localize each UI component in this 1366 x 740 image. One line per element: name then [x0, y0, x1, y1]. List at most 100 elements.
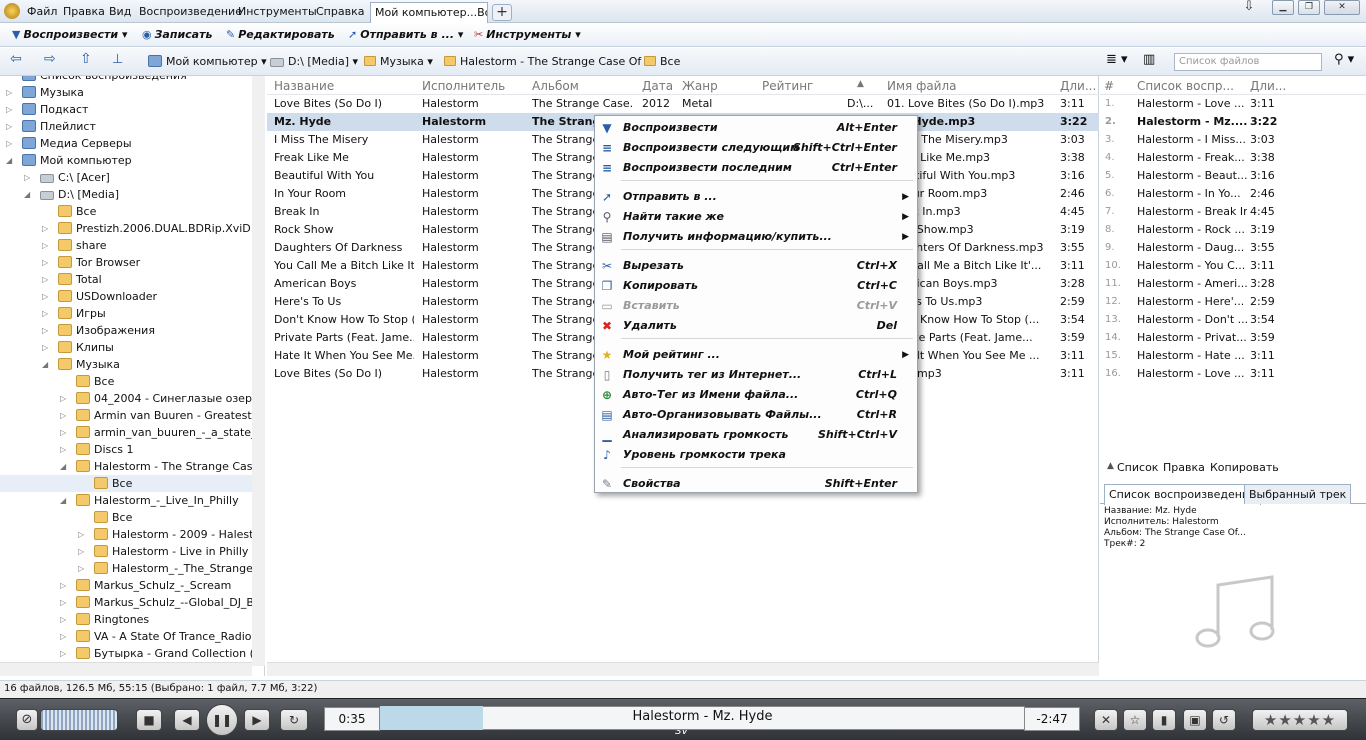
tree-item[interactable]: ▷ Изображения: [0, 322, 252, 339]
menu-item[interactable]: ▤ Авто-Организовывать Файлы... Ctrl+R: [595, 405, 917, 425]
playlist-tool-copy[interactable]: Копировать: [1210, 461, 1279, 474]
expand-arrow-icon[interactable]: ▷: [60, 407, 70, 424]
expand-arrow-icon[interactable]: ▷: [42, 220, 52, 237]
up-arrow-icon[interactable]: ⇧: [80, 51, 92, 67]
column-artist[interactable]: Исполнитель: [422, 79, 505, 93]
expand-arrow-icon[interactable]: ▷: [78, 526, 88, 543]
menu-help[interactable]: Справка: [316, 5, 364, 18]
tree-item[interactable]: ▷ Ringtones: [0, 611, 252, 628]
columns-icon[interactable]: ▥: [1143, 52, 1155, 67]
tree-item[interactable]: ◢ D:\ [Media]: [0, 186, 252, 203]
playlist-item[interactable]: 10. Halestorm - You C... 3:11: [1100, 257, 1366, 275]
tree-item[interactable]: Список воспроизведения: [0, 76, 252, 84]
tree-icon[interactable]: ⊥: [112, 52, 123, 67]
tree-item[interactable]: ▷ VA - A State Of Trance_Radio Top: [0, 628, 264, 645]
playlist-item[interactable]: 12. Halestorm - Here'... 2:59: [1100, 293, 1366, 311]
column-length[interactable]: Дли...: [1060, 79, 1096, 93]
expand-arrow-icon[interactable]: ▷: [60, 390, 70, 407]
menu-item[interactable]: ✂ Вырезать Ctrl+X: [595, 256, 917, 276]
tree-item[interactable]: ▷ Armin van Buuren - Greatest Hits: [0, 407, 264, 424]
tree-item[interactable]: ▷ Бутырка - Grand Collection (2008): [0, 645, 264, 662]
column-genre[interactable]: Жанр: [682, 79, 718, 93]
expand-arrow-icon[interactable]: ▷: [60, 577, 70, 594]
forward-arrow-icon[interactable]: ⇨: [44, 51, 56, 67]
grid-horizontal-scrollbar[interactable]: [267, 662, 1099, 676]
record-button[interactable]: ◉ Записать: [142, 28, 212, 41]
tree-vertical-scrollbar[interactable]: [252, 76, 265, 666]
favorite-star-icon[interactable]: ☆: [1123, 709, 1147, 731]
equalizer-visual[interactable]: [40, 709, 118, 731]
menu-item[interactable]: ⚲ Найти такие же ▶: [595, 207, 917, 227]
tree-item[interactable]: ▷ Halestorm - 2009 - Halestorm: [0, 526, 264, 543]
expand-arrow-icon[interactable]: ▷: [60, 628, 70, 645]
tree-item[interactable]: ▷ Halestorm - Live in Philly (2010): [0, 543, 264, 560]
tree-item[interactable]: Все: [0, 203, 252, 220]
tree-item[interactable]: ▷ armin_van_buuren_-_a_state_of: [0, 424, 264, 441]
stop-icon[interactable]: ■: [136, 709, 162, 731]
expand-arrow-icon[interactable]: ▷: [42, 271, 52, 288]
minimize-to-tray-icon[interactable]: ⇩: [1238, 0, 1260, 15]
playlist-tool-edit[interactable]: Правка: [1163, 461, 1205, 474]
restore-button[interactable]: ❐: [1298, 0, 1320, 15]
playlist-item[interactable]: 6. Halestorm - In Yo... 2:46: [1100, 185, 1366, 203]
playlist-item[interactable]: 1. Halestorm - Love ... 3:11: [1100, 95, 1366, 113]
table-row[interactable]: Love Bites (So Do I) Halestorm The Strange…: [267, 95, 1099, 113]
expand-arrow-icon[interactable]: ▷: [42, 237, 52, 254]
tab-my-computer[interactable]: Мой компьютер...Все: [370, 2, 488, 23]
tree-item[interactable]: ▷ Prestizh.2006.DUAL.BDRip.XviD.AC3: [0, 220, 264, 237]
close-button[interactable]: ✕: [1324, 0, 1360, 15]
playlist-item[interactable]: 7. Halestorm - Break In 4:45: [1100, 203, 1366, 221]
playlist-item[interactable]: 9. Halestorm - Daug... 3:55: [1100, 239, 1366, 257]
pause-icon[interactable]: ❚❚: [206, 704, 238, 736]
expand-arrow-icon[interactable]: ▷: [42, 288, 52, 305]
expand-arrow-icon[interactable]: ▷: [42, 305, 52, 322]
expand-arrow-icon[interactable]: ▷: [42, 322, 52, 339]
play-toolbar-button[interactable]: ▼ Воспроизвести ▾: [12, 28, 127, 41]
playlist-item[interactable]: 14. Halestorm - Privat... 3:59: [1100, 329, 1366, 347]
menu-item[interactable]: ✎ Свойства Shift+Enter: [595, 474, 917, 494]
menu-item[interactable]: ≡ Воспроизвести следующим Shift+Ctrl+Enter: [595, 138, 917, 158]
collapse-arrow-icon[interactable]: ◢: [60, 458, 70, 475]
tree-item[interactable]: ◢ Halestorm_-_Live_In_Philly: [0, 492, 252, 509]
previous-icon[interactable]: ◀: [174, 709, 200, 731]
tree-item[interactable]: ▷ Total: [0, 271, 252, 288]
breadcrumb-drive[interactable]: D:\ [Media] ▾: [270, 55, 358, 68]
tree-item[interactable]: Все: [0, 475, 252, 492]
expand-arrow-icon[interactable]: ▷: [24, 169, 34, 186]
expand-arrow-icon[interactable]: ▷: [60, 441, 70, 458]
playlist-item[interactable]: 16. Halestorm - Love ... 3:11: [1100, 365, 1366, 383]
expand-arrow-icon[interactable]: ▷: [6, 135, 16, 152]
menu-item[interactable]: ★ Мой рейтинг ... ▶: [595, 345, 917, 365]
menu-tools[interactable]: Инструменты: [238, 5, 317, 18]
menu-playback[interactable]: Воспроизведение: [139, 5, 242, 18]
playlist-item[interactable]: 13. Halestorm - Don't ... 3:54: [1100, 311, 1366, 329]
file-list-search-input[interactable]: Список файлов: [1174, 53, 1322, 71]
tree-item[interactable]: ▷ Подкаст: [0, 101, 252, 118]
playlist-item[interactable]: 3. Halestorm - I Miss... 3:03: [1100, 131, 1366, 149]
menu-item[interactable]: ✖ Удалить Del: [595, 316, 917, 336]
tree-item[interactable]: ▷ Игры: [0, 305, 252, 322]
menu-file[interactable]: Файл: [27, 5, 57, 18]
expand-arrow-icon[interactable]: ▷: [42, 339, 52, 356]
breadcrumb-music[interactable]: Музыка ▾: [364, 55, 433, 68]
send-to-button[interactable]: ➚ Отправить в ... ▾: [348, 28, 463, 41]
playlist-item[interactable]: 5. Halestorm - Beaut... 3:16: [1100, 167, 1366, 185]
add-tab-button[interactable]: +: [492, 4, 512, 21]
expand-arrow-icon[interactable]: ▷: [60, 611, 70, 628]
menu-item[interactable]: ≡ Воспроизвести последним Ctrl+Enter: [595, 158, 917, 178]
tab-selected-track[interactable]: Выбранный трек: [1244, 484, 1352, 504]
expand-arrow-icon[interactable]: ▷: [78, 543, 88, 560]
playlist-column-title[interactable]: Список воспр...: [1137, 79, 1234, 93]
playlist-column-length[interactable]: Дли...: [1250, 79, 1286, 93]
collapse-arrow-icon[interactable]: ▲: [1107, 461, 1114, 471]
shuffle-icon[interactable]: ⊘: [16, 709, 38, 731]
playlist-column-number[interactable]: #: [1104, 79, 1114, 93]
tree-item[interactable]: ▷ share: [0, 237, 252, 254]
menu-item[interactable]: ▯ Получить тег из Интернет... Ctrl+L: [595, 365, 917, 385]
collapse-arrow-icon[interactable]: ◢: [60, 492, 70, 509]
column-date[interactable]: Дата: [642, 79, 673, 93]
tree-item[interactable]: ▷ Halestorm_-_The_Strange_Case: [0, 560, 264, 577]
tab-playlist[interactable]: Список воспроизведения: [1104, 484, 1261, 505]
collapse-arrow-icon[interactable]: ◢: [6, 152, 16, 169]
tree-item[interactable]: ▷ Клипы: [0, 339, 252, 356]
